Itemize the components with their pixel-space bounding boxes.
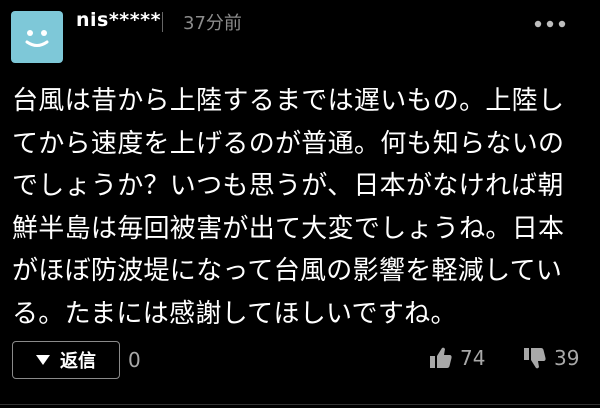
reply-count: 0 <box>128 348 141 372</box>
thumbs-down-icon <box>524 348 546 369</box>
comment-line: る。たまには感謝してほしいですね。 <box>12 298 457 329</box>
comment-body: 台風は昔から上陸するまでは遅いもの。上陸し てから速度を上げるのが普通。何も知ら… <box>12 80 592 335</box>
comment-line: がほぼ防波堤になって台風の影響を軽減してい <box>12 256 563 286</box>
reply-button[interactable]: 返信 <box>12 341 120 379</box>
dislike-count: 39 <box>554 346 580 370</box>
comment-item: nis***** 37分前 台風は昔から上陸するまでは遅いもの。上陸し てから速… <box>0 0 600 408</box>
more-dots-icon <box>534 20 566 28</box>
smiley-face-icon <box>25 30 49 47</box>
more-options-button[interactable] <box>530 17 570 31</box>
comment-line: でしょうか？いつも思うが、日本がなければ朝 <box>12 171 564 201</box>
avatar[interactable] <box>11 11 63 63</box>
dislike-button[interactable]: 39 <box>522 345 579 371</box>
like-count: 74 <box>460 346 486 370</box>
like-button[interactable]: 74 <box>428 345 485 371</box>
reply-label: 返信 <box>60 351 96 372</box>
author-name[interactable]: nis***** <box>76 9 161 31</box>
post-time: 37分前 <box>183 13 242 34</box>
comment-line: 鮮半島は毎回被害が出て大変でしょうね。日本 <box>12 213 565 244</box>
header-divider <box>162 12 163 32</box>
comment-line: てから速度を上げるのが普通。何も知らないの <box>12 128 565 159</box>
caret-down-icon <box>36 355 50 365</box>
comment-line: 台風は昔から上陸するまでは遅いもの。上陸し <box>12 86 565 116</box>
divider <box>0 404 600 405</box>
thumbs-up-icon <box>430 347 452 368</box>
